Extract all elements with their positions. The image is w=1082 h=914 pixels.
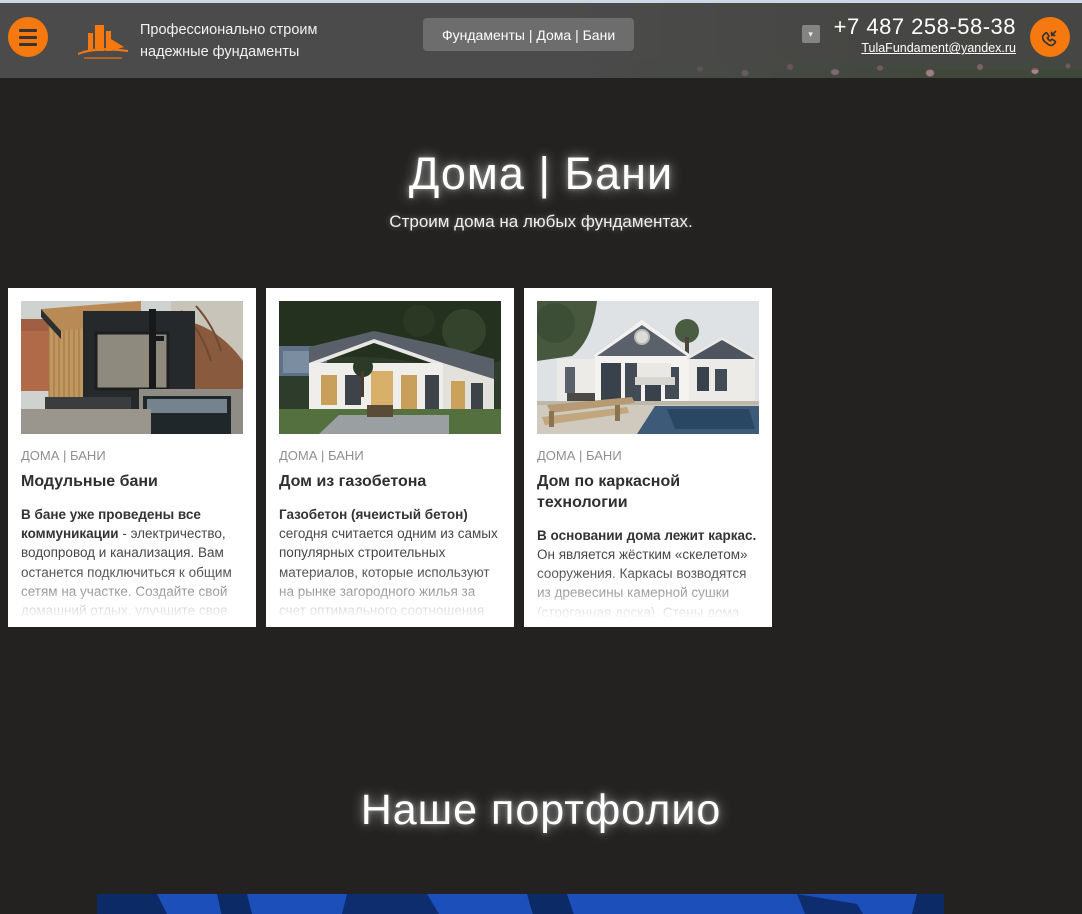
email-link[interactable]: TulaFundament@yandex.ru: [834, 41, 1016, 55]
menu-button[interactable]: [8, 17, 48, 57]
page-title: Дома | Бани: [0, 148, 1082, 200]
tagline-line-1: Профессионально строим: [140, 19, 317, 41]
phone-dropdown-button[interactable]: ▾: [802, 25, 820, 43]
card-lead: В основании дома лежит каркас.: [537, 528, 756, 543]
company-logo[interactable]: [74, 21, 132, 61]
callback-button[interactable]: [1030, 17, 1070, 57]
card-body: В бане уже проведены все коммуникации - …: [21, 505, 243, 621]
site-header: Профессионально строим надежные фундамен…: [0, 3, 1082, 78]
phone-number-link[interactable]: +7 487 258-58-38: [834, 14, 1016, 40]
page-subtitle: Строим дома на любых фундаментах.: [0, 212, 1082, 232]
card-body: В основании дома лежит каркас. Он являет…: [537, 526, 759, 622]
chevron-down-icon: ▾: [808, 29, 813, 39]
card-title: Дом из газобетона: [279, 472, 501, 493]
card-title: Дом по каркасной технологии: [537, 472, 759, 514]
card-modular-baths[interactable]: ДОМА | БАНИ Модульные бани В бане уже пр…: [8, 288, 256, 627]
card-body: Газобетон (ячеистый бетон) сегодня счита…: [279, 505, 501, 627]
cards-row: ДОМА | БАНИ Модульные бани В бане уже пр…: [8, 288, 773, 627]
hamburger-icon: [19, 29, 37, 46]
portfolio-slide[interactable]: [97, 894, 944, 914]
portfolio-slide-image: [97, 894, 944, 914]
card-title: Модульные бани: [21, 472, 243, 493]
card-frame-house[interactable]: ДОМА | БАНИ Дом по каркасной технологии …: [524, 288, 772, 627]
card-text: сегодня считается одним из самых популяр…: [279, 526, 498, 627]
card-category: ДОМА | БАНИ: [537, 448, 759, 463]
card-text: Он является жёстким «скелетом» сооружени…: [537, 547, 748, 620]
card-category: ДОМА | БАНИ: [279, 448, 501, 463]
card-image-frame-house: [537, 301, 759, 434]
card-image-modular-bath: [21, 301, 243, 434]
phone-incoming-icon: [1038, 25, 1062, 49]
header-tagline: Профессионально строим надежные фундамен…: [140, 19, 317, 64]
portfolio-section-title: Наше портфолио: [0, 786, 1082, 835]
nav-button-foundations-houses-baths[interactable]: Фундаменты | Дома | Бани: [423, 18, 634, 51]
card-image-gas-concrete-house: [279, 301, 501, 434]
card-lead: Газобетон (ячеистый бетон): [279, 507, 468, 522]
card-gas-concrete-house[interactable]: ДОМА | БАНИ Дом из газобетона Газобетон …: [266, 288, 514, 627]
card-category: ДОМА | БАНИ: [21, 448, 243, 463]
tagline-line-2: надежные фундаменты: [140, 41, 317, 63]
hero-section: Дома | Бани Строим дома на любых фундаме…: [0, 148, 1082, 232]
contact-block: +7 487 258-58-38 TulaFundament@yandex.ru: [834, 14, 1016, 55]
